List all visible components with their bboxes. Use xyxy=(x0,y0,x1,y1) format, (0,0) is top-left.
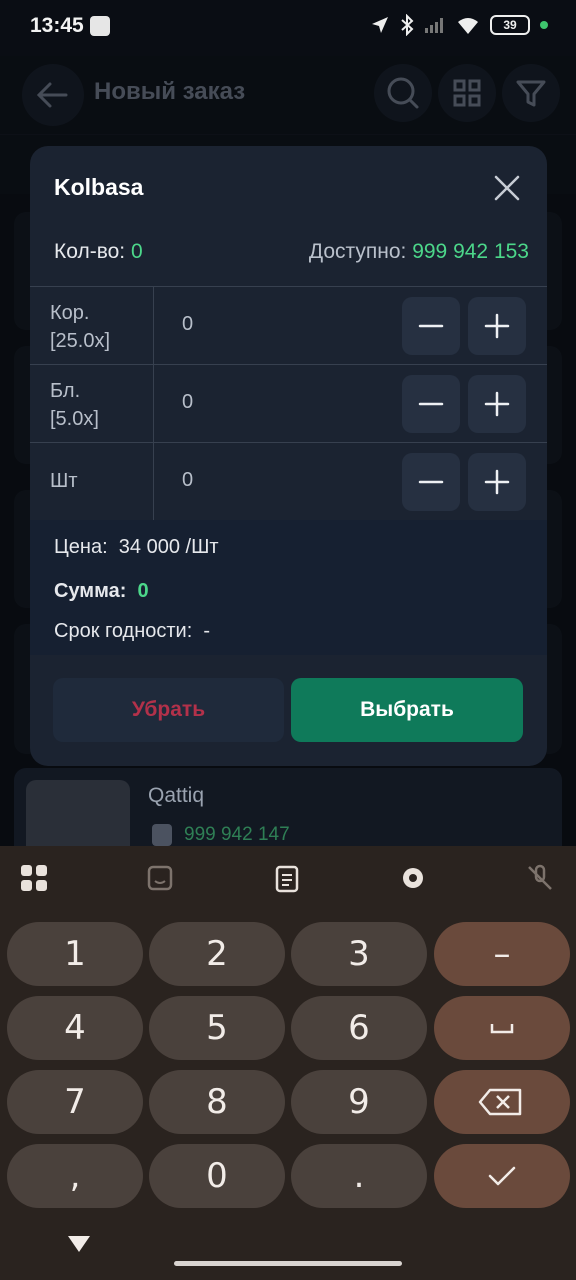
bluetooth-icon xyxy=(401,14,414,36)
key-1[interactable]: 1 xyxy=(7,922,143,986)
decrement-button[interactable] xyxy=(402,453,460,511)
key-9[interactable]: 9 xyxy=(291,1070,427,1134)
clipboard-icon[interactable] xyxy=(271,862,303,894)
decrement-button[interactable] xyxy=(402,297,460,355)
unit-label: Бл. [5.0x] xyxy=(30,365,154,442)
increment-button[interactable] xyxy=(468,453,526,511)
minus-icon xyxy=(418,480,444,484)
sum-line: Сумма: 0 xyxy=(54,580,149,603)
unit-name: Кор. xyxy=(50,302,90,324)
unit-label: Шт xyxy=(30,443,154,520)
space-icon xyxy=(490,1024,514,1034)
expiry-line: Срок годности: - xyxy=(54,620,210,643)
sum-value: 0 xyxy=(137,580,149,602)
plus-icon xyxy=(484,469,510,495)
increment-button[interactable] xyxy=(468,375,526,433)
key-8[interactable]: 8 xyxy=(149,1070,285,1134)
sum-label: Сумма: xyxy=(54,580,127,602)
backspace-icon xyxy=(478,1088,522,1116)
unit-row-box: Кор. [25.0x] 0 xyxy=(30,287,547,365)
key-2[interactable]: 2 xyxy=(149,922,285,986)
key-period[interactable]: . xyxy=(291,1144,427,1208)
apps-grid-icon[interactable] xyxy=(18,862,50,894)
key-done[interactable] xyxy=(434,1144,570,1208)
remove-button[interactable]: Убрать xyxy=(53,678,284,742)
key-3[interactable]: 3 xyxy=(291,922,427,986)
price-label: Цена: xyxy=(54,536,108,558)
key-minus[interactable]: – xyxy=(434,922,570,986)
close-icon[interactable] xyxy=(489,170,525,206)
quantity-value: 0 xyxy=(130,240,143,263)
gesture-navigation-bar[interactable] xyxy=(174,1261,402,1266)
key-0[interactable]: 0 xyxy=(149,1144,285,1208)
notification-icon xyxy=(90,16,110,36)
gear-icon[interactable] xyxy=(397,862,429,894)
quantity-label: Кол-во: xyxy=(54,240,126,263)
increment-button[interactable] xyxy=(468,297,526,355)
status-time: 13:45 xyxy=(30,14,84,37)
decrement-button[interactable] xyxy=(402,375,460,433)
unit-quantity-input[interactable]: 0 xyxy=(182,469,193,492)
unit-quantity-input[interactable]: 0 xyxy=(182,313,193,336)
status-bar: 13:45 39 xyxy=(0,0,576,56)
plus-icon xyxy=(484,391,510,417)
list-item[interactable]: Qattiq 999 942 147 xyxy=(14,768,562,870)
key-4[interactable]: 4 xyxy=(7,996,143,1060)
select-button[interactable]: Выбрать xyxy=(291,678,523,742)
sticker-icon[interactable] xyxy=(144,862,176,894)
key-7[interactable]: 7 xyxy=(7,1070,143,1134)
key-backspace[interactable] xyxy=(434,1070,570,1134)
minus-icon xyxy=(418,402,444,406)
unit-quantity-table: Кор. [25.0x] 0 Бл. [5.0x] 0 Шт 0 xyxy=(30,286,547,521)
available-value: 999 942 153 xyxy=(412,240,529,263)
wifi-icon xyxy=(458,18,478,34)
price-line: Цена: 34 000 /Шт xyxy=(54,536,219,559)
key-5[interactable]: 5 xyxy=(149,996,285,1060)
unit-name: Шт xyxy=(50,470,78,492)
minus-icon xyxy=(418,324,444,328)
battery-indicator: 39 xyxy=(490,15,530,35)
unit-label: Кор. [25.0x] xyxy=(30,287,154,364)
key-6[interactable]: 6 xyxy=(291,996,427,1060)
product-quantity-dialog: Kolbasa Кол-во: 0 Доступно: 999 942 153 … xyxy=(30,146,547,766)
location-icon xyxy=(372,17,388,33)
unit-multiplier: [5.0x] xyxy=(50,408,99,430)
privacy-dot-icon xyxy=(540,21,548,29)
unit-row-block: Бл. [5.0x] 0 xyxy=(30,365,547,443)
unit-quantity-input[interactable]: 0 xyxy=(182,391,193,414)
quantity-summary: Кол-во: 0 Доступно: 999 942 153 xyxy=(54,240,529,264)
keyboard-toolbar xyxy=(0,846,576,912)
unit-name: Бл. xyxy=(50,380,81,402)
keyboard-bottom-bar xyxy=(0,1220,576,1280)
quantity-total: Кол-во: 0 xyxy=(54,240,143,264)
status-icons: 39 xyxy=(370,14,548,36)
expiry-value: - xyxy=(203,620,211,642)
available-stock: Доступно: 999 942 153 xyxy=(309,240,529,264)
expiry-label: Срок годности: xyxy=(54,620,193,642)
product-name: Qattiq xyxy=(148,784,205,807)
warehouse-icon xyxy=(152,824,172,846)
price-info-panel: Цена: 34 000 /Шт Сумма: 0 Срок годности:… xyxy=(30,520,547,655)
key-comma[interactable]: , xyxy=(7,1144,143,1208)
plus-icon xyxy=(484,313,510,339)
hide-keyboard-icon[interactable] xyxy=(66,1234,92,1254)
mic-off-icon[interactable] xyxy=(524,862,556,894)
signal-icon xyxy=(425,18,443,33)
checkmark-icon xyxy=(488,1166,516,1186)
dialog-title: Kolbasa xyxy=(54,174,144,200)
unit-row-piece: Шт 0 xyxy=(30,443,547,521)
unit-multiplier: [25.0x] xyxy=(50,330,111,352)
key-space[interactable] xyxy=(434,996,570,1060)
product-stock: 999 942 147 xyxy=(184,824,290,845)
price-value: 34 000 /Шт xyxy=(118,536,219,558)
numeric-keyboard: 1 2 3 – 4 5 6 7 8 9 , 0 . xyxy=(0,846,576,1280)
available-label: Доступно: xyxy=(308,240,407,263)
